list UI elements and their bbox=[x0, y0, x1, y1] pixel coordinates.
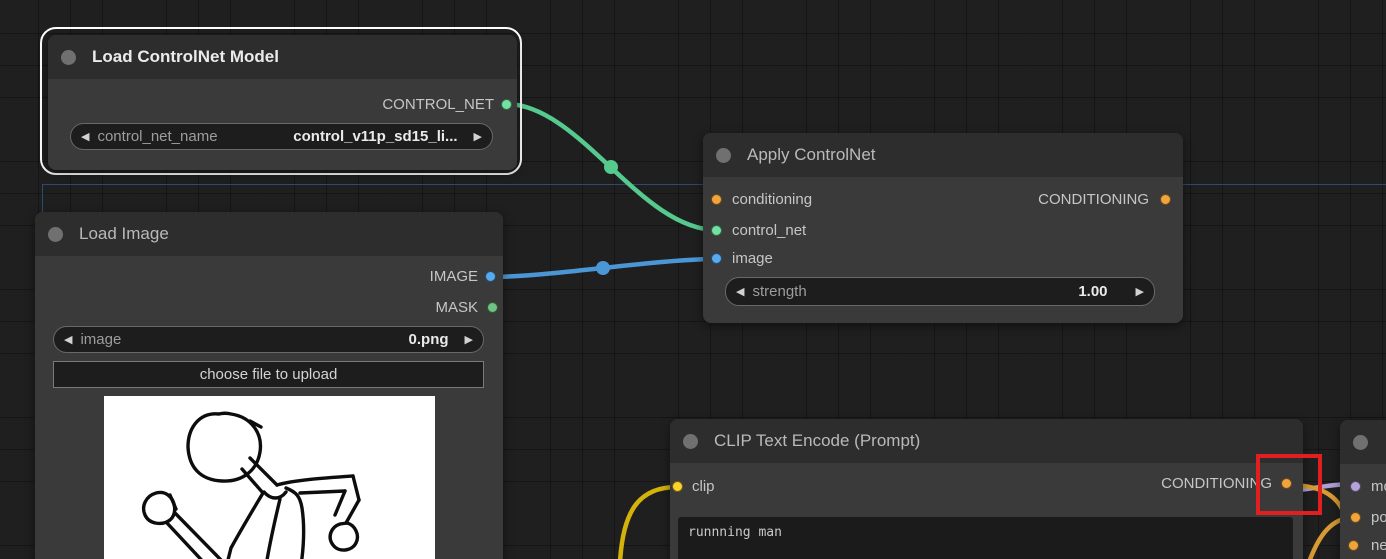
input-port-control-net: control_net bbox=[703, 220, 1183, 242]
input-dot-model[interactable] bbox=[1350, 481, 1361, 492]
output-label: CONTROL_NET bbox=[382, 96, 494, 113]
widget-image-file[interactable]: ◀ image 0.png ▶ bbox=[53, 326, 484, 353]
node-title-bar[interactable] bbox=[1340, 420, 1386, 464]
node-title: CLIP Text Encode (Prompt) bbox=[714, 431, 921, 450]
widget-value: 0.png bbox=[408, 331, 449, 348]
node-apply-controlnet[interactable]: Apply ControlNet conditioning CONDITIONI… bbox=[703, 133, 1183, 323]
node-title-bar[interactable]: Load Image bbox=[35, 212, 503, 256]
collapse-dot-icon[interactable] bbox=[716, 148, 731, 163]
input-label: positive bbox=[1371, 509, 1386, 526]
widget-label: strength bbox=[752, 283, 807, 300]
input-dot-positive[interactable] bbox=[1350, 512, 1361, 523]
input-label: negative bbox=[1371, 537, 1386, 554]
output-label: IMAGE bbox=[429, 268, 478, 285]
node-title-bar[interactable]: CLIP Text Encode (Prompt) bbox=[670, 419, 1303, 463]
collapse-dot-icon[interactable] bbox=[48, 227, 63, 242]
output-port-control-net: CONTROL_NET bbox=[48, 94, 517, 116]
input-port-model: model bbox=[1340, 476, 1386, 498]
red-highlight-annotation bbox=[1256, 454, 1322, 515]
widget-value: 1.00 bbox=[1078, 283, 1108, 300]
widget-value: control_v11p_sd15_li... bbox=[293, 128, 458, 145]
running-man-sketch-drawing bbox=[141, 411, 361, 559]
widget-strength[interactable]: ◀ strength 1.00 ▶ bbox=[725, 277, 1155, 306]
output-dot-control-net[interactable] bbox=[501, 99, 512, 110]
widget-control-net-name[interactable]: ◀ control_net_name control_v11p_sd15_li.… bbox=[70, 123, 493, 150]
node-partial-right[interactable]: model positive negative bbox=[1340, 420, 1386, 559]
node-title: Load ControlNet Model bbox=[92, 47, 279, 66]
input-label: image bbox=[732, 250, 773, 267]
wire-controlnet-midpoint-dot bbox=[604, 160, 618, 174]
output-dot-mask[interactable] bbox=[487, 302, 498, 313]
input-port-positive: positive bbox=[1340, 507, 1386, 529]
arrow-left-icon[interactable]: ◀ bbox=[64, 333, 72, 346]
node-title: Load Image bbox=[79, 224, 169, 243]
input-label: conditioning bbox=[732, 191, 813, 208]
node-title: Apply ControlNet bbox=[747, 145, 876, 164]
collapse-dot-icon[interactable] bbox=[683, 434, 698, 449]
widget-label: control_net_name bbox=[97, 128, 218, 145]
node-clip-text-encode[interactable]: CLIP Text Encode (Prompt) clip CONDITION… bbox=[670, 419, 1303, 559]
output-dot-conditioning[interactable] bbox=[1160, 194, 1171, 205]
arrow-right-icon[interactable]: ▶ bbox=[465, 333, 473, 346]
prompt-textarea[interactable]: runnning man bbox=[678, 517, 1293, 559]
input-port-conditioning: conditioning CONDITIONING bbox=[703, 189, 1183, 211]
output-port-conditioning: CONDITIONING bbox=[670, 473, 1303, 495]
output-port-image: IMAGE bbox=[35, 266, 503, 288]
arrow-right-icon[interactable]: ▶ bbox=[474, 130, 482, 143]
arrow-right-icon[interactable]: ▶ bbox=[1136, 285, 1144, 298]
input-port-negative: negative bbox=[1340, 535, 1386, 557]
input-port-image: image bbox=[703, 248, 1183, 270]
collapse-dot-icon[interactable] bbox=[1353, 435, 1368, 450]
node-title-bar[interactable]: Load ControlNet Model bbox=[48, 35, 517, 79]
output-label: MASK bbox=[435, 299, 478, 316]
output-label: CONDITIONING bbox=[1038, 191, 1149, 208]
arrow-left-icon[interactable]: ◀ bbox=[81, 130, 89, 143]
output-dot-image[interactable] bbox=[485, 271, 496, 282]
widget-label: image bbox=[80, 331, 122, 348]
input-dot-control-net[interactable] bbox=[711, 225, 722, 236]
node-title-bar[interactable]: Apply ControlNet bbox=[703, 133, 1183, 177]
input-dot-image[interactable] bbox=[711, 253, 722, 264]
input-label: control_net bbox=[732, 222, 807, 239]
input-label: model bbox=[1371, 478, 1386, 495]
node-load-image[interactable]: Load Image IMAGE MASK ◀ image 0.png ▶ ch… bbox=[35, 212, 503, 559]
input-dot-conditioning[interactable] bbox=[711, 194, 722, 205]
choose-file-button[interactable]: choose file to upload bbox=[53, 361, 484, 388]
output-port-mask: MASK bbox=[35, 297, 503, 319]
arrow-left-icon[interactable]: ◀ bbox=[736, 285, 744, 298]
node-graph-canvas[interactable]: Load ControlNet Model CONTROL_NET ◀ cont… bbox=[0, 0, 1386, 559]
node-load-controlnet-model[interactable]: Load ControlNet Model CONTROL_NET ◀ cont… bbox=[48, 35, 517, 170]
collapse-dot-icon[interactable] bbox=[61, 50, 76, 65]
image-preview-running-man-sketch bbox=[104, 396, 435, 559]
input-dot-negative[interactable] bbox=[1348, 540, 1359, 551]
